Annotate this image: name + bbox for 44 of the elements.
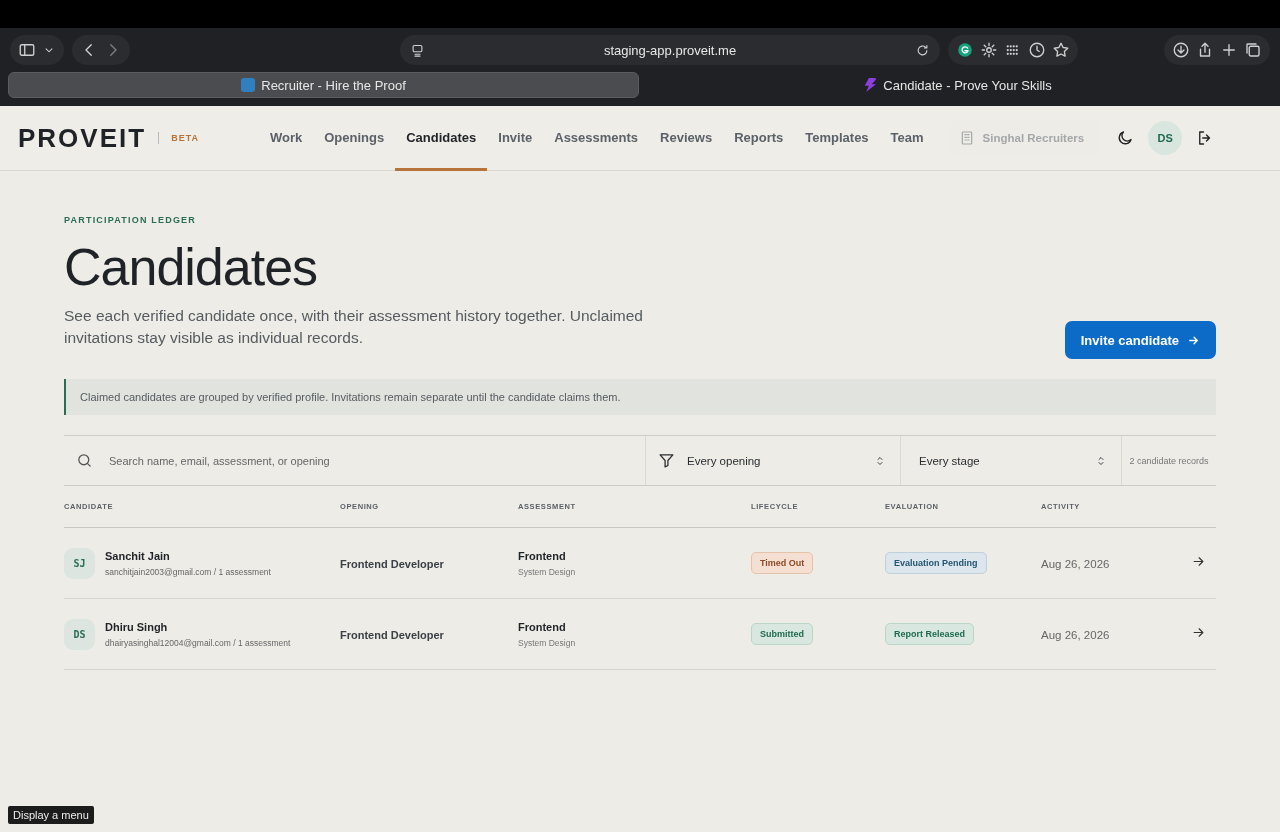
beta-label: BETA [171,133,199,143]
candidate-name[interactable]: Dhiru Singh [105,620,291,633]
assessment-name: Frontend [518,549,567,562]
section-eyebrow: PARTICIPATION LEDGER [64,215,197,225]
user-avatar[interactable]: DS [1148,121,1183,155]
info-notice: Claimed candidates are grouped by verified profile. Invitations remain separate until the candidate claims them. [64,379,1216,415]
nav-tab[interactable]: Reviews [649,106,724,171]
nav-tab[interactable]: Candidates [395,106,488,171]
candidate-name[interactable]: Sanchit Jain [105,549,271,562]
candidate-meta: sanchitjain2003@gmail.com / 1 assessment [105,566,271,577]
search-field[interactable]: Search name, email, assessment, or opening [107,453,645,468]
nav-tab[interactable]: Team [879,106,935,171]
record-count: 2 candidate records [1129,455,1209,466]
url-text: staging-app.proveit.me [602,42,738,58]
lifecycle-badge: Timed Out [751,552,814,574]
page-description: See each verified candidate once, with their assessment history together. Unclaimed invitations stay visible as individual records. [64,306,644,348]
activity-date: Aug 26, 2026 [1041,629,1110,641]
nav-tab[interactable]: Invite [487,106,544,171]
assessment-name: Frontend [518,620,567,633]
nav-tab[interactable]: Work [259,106,314,171]
nav-tab[interactable]: Openings [313,106,396,171]
nav-tab[interactable]: Assessments [543,106,650,171]
invite-candidate-button[interactable]: Invite candidate [1064,321,1216,359]
tooltip: Display a menu [8,806,94,824]
page-title: Candidates [64,237,319,298]
browser-tab[interactable]: Recruiter - Hire the Proof [8,72,639,98]
logo[interactable]: PROVEIT [18,122,147,154]
opening-cell: Frontend Developer [340,629,444,641]
browser-tab[interactable]: Candidate - Prove Your Skills [643,72,1272,98]
address-bar[interactable]: staging-app.proveit.me [400,35,940,65]
assessment-type: System Design [518,566,577,577]
candidate-initials: DS [64,618,95,650]
evaluation-badge: Report Released [885,623,975,645]
evaluation-badge: Evaluation Pending [885,552,987,574]
candidate-initials: SJ [64,547,95,579]
opening-select[interactable]: Every opening [646,436,901,485]
assessment-type: System Design [518,637,577,648]
candidate-meta: dhairyasinghal12004@gmail.com / 1 assessment [105,637,291,648]
nav-tab[interactable]: Templates [794,106,880,171]
nav-tab[interactable]: Reports [723,106,795,171]
opening-cell: Frontend Developer [340,558,444,570]
activity-date: Aug 26, 2026 [1041,558,1110,570]
stage-select[interactable]: Every stage [901,436,1122,485]
lifecycle-badge: Submitted [751,623,813,645]
